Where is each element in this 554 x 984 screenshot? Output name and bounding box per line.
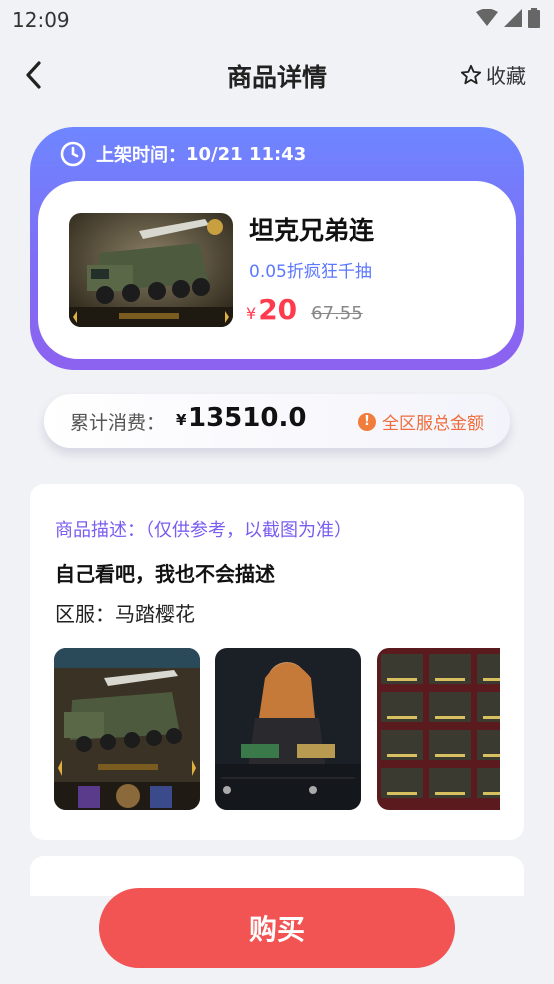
original-price: 67.55 [311,303,363,324]
status-icons [476,8,540,28]
listing-time-row: 上架时间： 10/21 11:43 [60,141,306,167]
character-screenshot-image [215,648,361,810]
tank-screenshot-image [54,648,200,810]
product-info-card[interactable]: 坦克兄弟连 0.05折疯狂千抽 ¥ 20 67.55 [38,181,516,359]
screenshot-gallery[interactable] [54,648,500,810]
description-title: 商品描述：（仅供参考，以截图为准） [55,520,352,541]
signal-icon [504,9,522,27]
description-card: 商品描述：（仅供参考，以截图为准） 自己看吧，我也不会描述 区服：马踏樱花 [30,484,524,840]
product-thumbnail[interactable] [69,213,233,327]
spend-note[interactable]: ! 全区服总金额 [358,409,484,434]
current-price: 20 [258,293,298,326]
product-card: 上架时间： 10/21 11:43 坦克兄弟连 0.05折疯狂千抽 ¥ 20 6… [30,127,524,370]
status-time: 12:09 [12,8,70,32]
spend-label: 累计消费： [70,412,166,434]
spend-note-label: 全区服总金额 [382,414,484,434]
clock-icon [60,141,86,167]
server-info: 区服：马踏樱花 [55,602,195,626]
tank-list-screenshot-image [377,648,500,810]
screenshot-thumbnail[interactable] [54,648,200,810]
wifi-icon [476,9,498,26]
price-currency: ¥ [246,304,257,323]
app-header: 商品详情 收藏 [0,46,554,104]
screenshot-thumbnail[interactable] [215,648,361,810]
listing-label: 上架时间： [96,145,186,166]
product-subtitle: 0.05折疯狂千抽 [249,262,372,282]
description-text: 自己看吧，我也不会描述 [55,562,275,586]
product-name: 坦克兄弟连 [249,216,375,245]
favorite-button[interactable]: 收藏 [460,60,526,89]
status-bar: 12:09 [0,0,554,38]
tank-image [69,213,233,327]
price-row: ¥ 20 67.55 [246,293,363,326]
star-icon [460,64,482,84]
listing-time: 10/21 11:43 [186,143,307,165]
spend-currency: ¥ [176,411,187,429]
buy-button[interactable]: 购买 [99,888,455,968]
spend-value: 13510.0 [188,403,307,433]
screenshot-thumbnail[interactable] [377,648,500,810]
battery-icon [528,8,540,28]
total-spend-card: 累计消费： ¥ 13510.0 ! 全区服总金额 [44,394,510,448]
info-icon: ! [358,412,376,431]
favorite-label: 收藏 [486,64,526,88]
